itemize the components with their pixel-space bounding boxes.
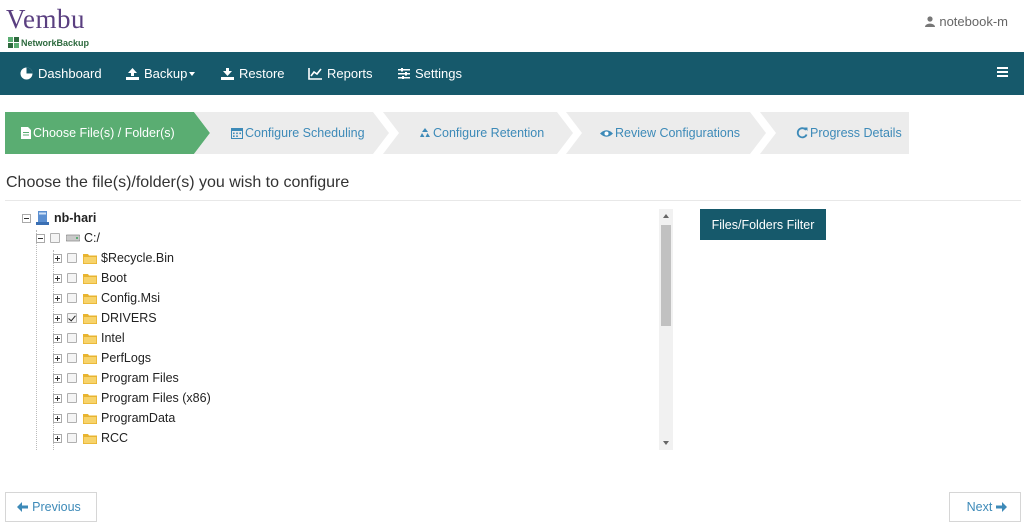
divider bbox=[5, 200, 1021, 201]
arrow-left-icon bbox=[17, 502, 29, 512]
calendar-icon bbox=[231, 128, 243, 139]
computer-icon bbox=[36, 211, 49, 225]
tree-node-folder[interactable]: RCC bbox=[53, 428, 128, 448]
expand-icon[interactable] bbox=[53, 353, 62, 363]
checkbox[interactable] bbox=[67, 433, 77, 443]
tree-node-drive[interactable]: C:/ bbox=[36, 228, 100, 248]
checkbox[interactable] bbox=[67, 253, 77, 263]
sliders-icon bbox=[398, 68, 410, 79]
checkbox[interactable] bbox=[67, 273, 77, 283]
eye-icon bbox=[600, 129, 613, 137]
checkbox[interactable] bbox=[67, 353, 77, 363]
folder-icon bbox=[83, 333, 97, 344]
tree-node-folder[interactable]: ProgramData bbox=[53, 408, 175, 428]
chart-icon bbox=[308, 67, 322, 80]
folder-icon bbox=[83, 433, 97, 444]
recycle-icon bbox=[420, 128, 430, 137]
app-header: Vembu NetworkBackup notebook-m bbox=[0, 0, 1024, 52]
hamburger-icon[interactable] bbox=[997, 67, 1008, 77]
checkbox[interactable] bbox=[67, 393, 77, 403]
expand-icon[interactable] bbox=[53, 413, 62, 423]
folder-icon bbox=[83, 313, 97, 324]
previous-button[interactable]: Previous bbox=[5, 492, 97, 522]
step-choose-files[interactable]: Choose File(s) / Folder(s) bbox=[5, 112, 210, 154]
expand-icon[interactable] bbox=[53, 393, 62, 403]
collapse-icon[interactable] bbox=[36, 233, 45, 243]
arrow-right-icon bbox=[996, 502, 1008, 512]
checkbox[interactable] bbox=[67, 373, 77, 383]
chevron-down-icon bbox=[189, 71, 196, 76]
folder-icon bbox=[83, 273, 97, 284]
nav-reports[interactable]: Reports bbox=[308, 52, 373, 95]
files-folders-filter-button[interactable]: Files/Folders Filter bbox=[700, 209, 826, 240]
expand-icon[interactable] bbox=[53, 273, 62, 283]
wizard-steps: Choose File(s) / Folder(s) Configure Sch… bbox=[5, 112, 909, 154]
expand-icon[interactable] bbox=[53, 333, 62, 343]
user-menu[interactable]: notebook-m bbox=[925, 14, 1008, 29]
scroll-up-icon[interactable] bbox=[663, 214, 669, 218]
tree-node-folder[interactable]: Intel bbox=[53, 328, 125, 348]
tree-node-folder[interactable]: PerfLogs bbox=[53, 348, 151, 368]
file-icon bbox=[21, 127, 31, 139]
nav-settings[interactable]: Settings bbox=[398, 52, 462, 95]
file-tree: nb-hari C:/ $Recycle.Bin Boot Config.Msi DR… bbox=[5, 208, 673, 450]
networkbackup-mark-icon bbox=[8, 37, 19, 48]
nav-restore[interactable]: Restore bbox=[221, 52, 285, 95]
download-icon bbox=[221, 67, 234, 80]
tree-node-folder[interactable]: Program Files bbox=[53, 368, 179, 388]
folder-icon bbox=[83, 413, 97, 424]
checkbox[interactable] bbox=[67, 313, 77, 323]
tree-node-folder[interactable]: Config.Msi bbox=[53, 288, 160, 308]
folder-icon bbox=[83, 293, 97, 304]
step-configure-retention[interactable]: Configure Retention bbox=[383, 112, 573, 154]
next-button[interactable]: Next bbox=[949, 492, 1021, 522]
upload-icon bbox=[126, 67, 139, 80]
folder-icon bbox=[83, 393, 97, 404]
user-name: notebook-m bbox=[939, 14, 1008, 29]
tree-node-root[interactable]: nb-hari bbox=[22, 208, 96, 228]
tree-node-folder[interactable]: Boot bbox=[53, 268, 127, 288]
folder-icon bbox=[83, 353, 97, 364]
tree-scrollbar[interactable] bbox=[659, 209, 673, 450]
step-review-configurations[interactable]: Review Configurations bbox=[566, 112, 766, 154]
logo-name: embu bbox=[23, 4, 86, 34]
user-icon bbox=[925, 16, 936, 27]
expand-icon[interactable] bbox=[53, 373, 62, 383]
main-nav: Dashboard Backup Restore Reports Setting… bbox=[0, 52, 1024, 95]
scroll-thumb[interactable] bbox=[661, 225, 671, 326]
folder-icon bbox=[83, 253, 97, 264]
folder-icon bbox=[83, 373, 97, 384]
expand-icon[interactable] bbox=[53, 313, 62, 323]
expand-icon[interactable] bbox=[53, 293, 62, 303]
scroll-down-icon[interactable] bbox=[663, 441, 669, 445]
step-progress-details[interactable]: Progress Details bbox=[760, 112, 909, 154]
checkbox[interactable] bbox=[67, 333, 77, 343]
checkbox[interactable] bbox=[67, 413, 77, 423]
checkbox[interactable] bbox=[50, 233, 60, 243]
tree-node-folder[interactable]: Program Files (x86) bbox=[53, 388, 211, 408]
tree-node-folder[interactable]: DRIVERS bbox=[53, 308, 157, 328]
vembu-logo[interactable]: Vembu NetworkBackup bbox=[6, 4, 106, 50]
collapse-icon[interactable] bbox=[22, 213, 31, 223]
drive-icon bbox=[66, 234, 80, 242]
page-title: Choose the file(s)/folder(s) you wish to… bbox=[6, 174, 350, 191]
refresh-icon bbox=[796, 127, 808, 139]
expand-icon[interactable] bbox=[53, 433, 62, 443]
checkbox[interactable] bbox=[67, 293, 77, 303]
nav-backup[interactable]: Backup bbox=[126, 52, 196, 95]
dashboard-icon bbox=[20, 67, 33, 80]
expand-icon[interactable] bbox=[53, 253, 62, 263]
tree-node-folder[interactable]: $Recycle.Bin bbox=[53, 248, 174, 268]
step-configure-scheduling[interactable]: Configure Scheduling bbox=[194, 112, 389, 154]
nav-dashboard[interactable]: Dashboard bbox=[20, 52, 102, 95]
logo-subtitle: NetworkBackup bbox=[21, 37, 90, 48]
logo-initial: V bbox=[6, 4, 24, 34]
